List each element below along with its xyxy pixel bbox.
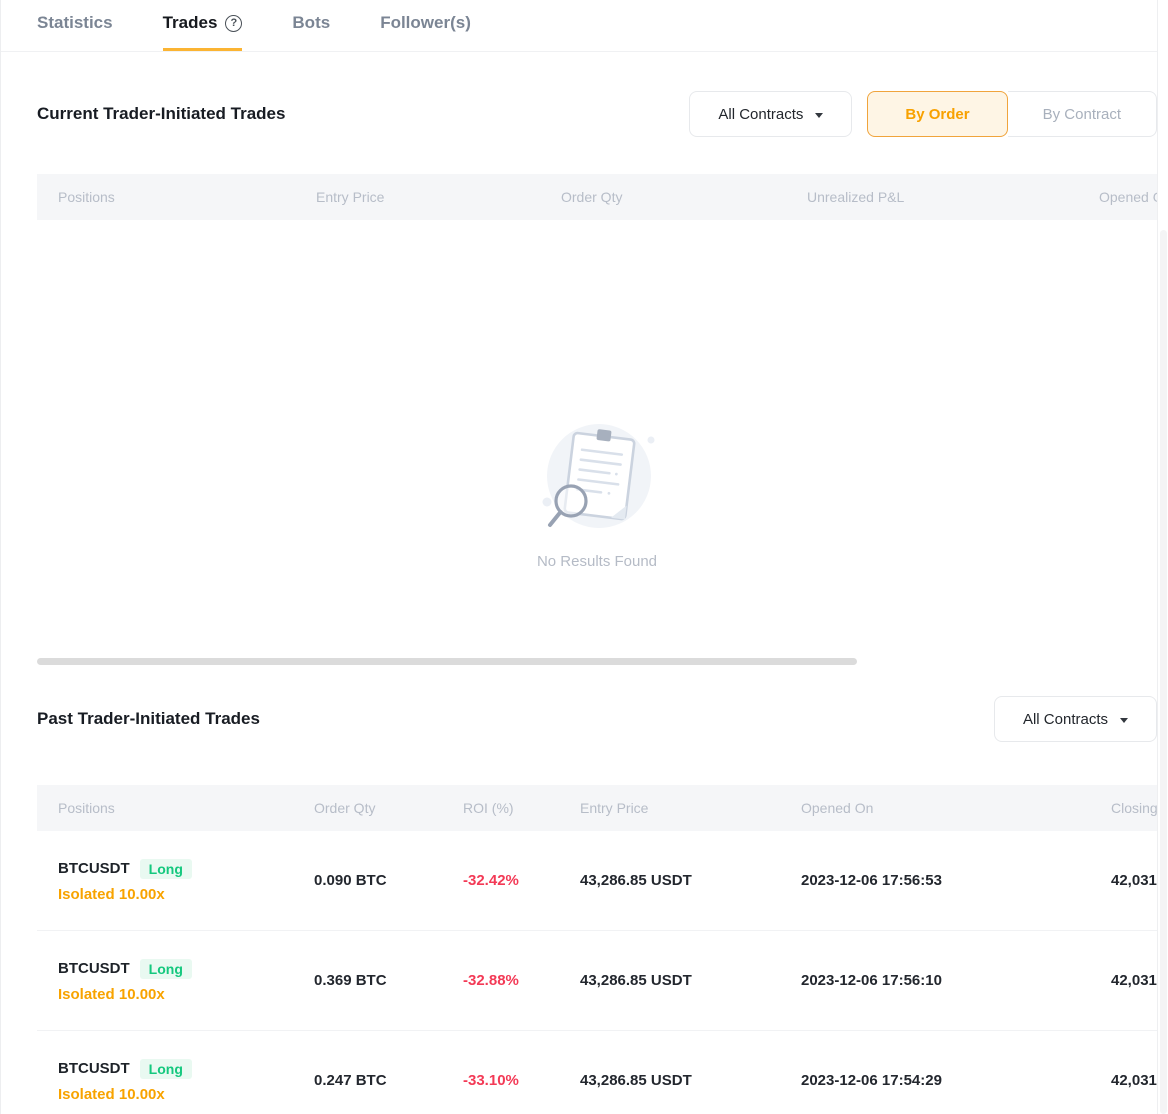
chevron-down-icon (815, 113, 823, 118)
current-contracts-dropdown-value: All Contracts (718, 106, 803, 123)
col-entry-price: Entry Price (316, 189, 561, 205)
order-qty-value: 0.090 BTC (314, 872, 463, 889)
col-order-qty: Order Qty (314, 800, 463, 816)
past-contracts-dropdown[interactable]: All Contracts (994, 696, 1157, 742)
current-trades-title: Current Trader-Initiated Trades (37, 104, 285, 124)
col-entry-price: Entry Price (580, 800, 801, 816)
entry-price-value: 43,286.85 USDT (580, 1072, 801, 1089)
entry-price-value: 43,286.85 USDT (580, 872, 801, 889)
table-row: BTCUSDT Long Isolated 10.00x 0.247 BTC -… (37, 1031, 1157, 1114)
trader-profile-page: Statistics Trades ? Bots Follower(s) Cur… (0, 0, 1168, 1114)
closing-price-value: 42,031 (1111, 972, 1157, 989)
entry-price-value: 43,286.85 USDT (580, 972, 801, 989)
col-opened-on: Opened On (1099, 189, 1157, 205)
tab-bots-label: Bots (292, 13, 330, 33)
position-symbol: BTCUSDT (58, 860, 130, 877)
current-table-header-row: Positions Entry Price Order Qty Unrealiz… (37, 174, 1157, 220)
help-icon[interactable]: ? (225, 15, 242, 32)
tab-bar: Statistics Trades ? Bots Follower(s) (1, 0, 1168, 52)
position-symbol: BTCUSDT (58, 1060, 130, 1077)
order-qty-value: 0.369 BTC (314, 972, 463, 989)
by-order-button[interactable]: By Order (867, 91, 1007, 137)
horizontal-scrollbar-thumb[interactable] (37, 658, 857, 665)
closing-price-value: 42,031 (1111, 872, 1157, 889)
current-contracts-dropdown[interactable]: All Contracts (689, 91, 852, 137)
col-closing-price: Closing Price (1111, 800, 1157, 816)
roi-value: -32.88% (463, 972, 580, 989)
past-contracts-dropdown-value: All Contracts (1023, 711, 1108, 728)
table-row: BTCUSDT Long Isolated 10.00x 0.090 BTC -… (37, 831, 1157, 931)
by-order-label: By Order (905, 106, 969, 123)
margin-mode-label: Isolated 10.00x (58, 986, 314, 1003)
current-trades-header: Current Trader-Initiated Trades All Cont… (37, 90, 1157, 138)
empty-state-text: No Results Found (537, 553, 657, 570)
col-opened-on: Opened On (801, 800, 1111, 816)
col-unrealized-pnl: Unrealized P&L (807, 189, 1099, 205)
past-trades-title: Past Trader-Initiated Trades (37, 709, 260, 729)
past-trades-table: Positions Order Qty ROI (%) Entry Price … (37, 743, 1157, 1114)
margin-mode-label: Isolated 10.00x (58, 886, 314, 903)
side-badge: Long (140, 959, 192, 979)
by-contract-label: By Contract (1043, 106, 1121, 123)
margin-mode-label: Isolated 10.00x (58, 1086, 314, 1103)
col-positions: Positions (37, 800, 314, 816)
tab-statistics[interactable]: Statistics (37, 13, 113, 51)
opened-on-value: 2023-12-06 17:56:53 (801, 872, 1111, 889)
current-trades-table: Positions Entry Price Order Qty Unrealiz… (37, 138, 1157, 640)
position-symbol: BTCUSDT (58, 960, 130, 977)
tab-followers-label: Follower(s) (380, 13, 471, 33)
opened-on-value: 2023-12-06 17:56:10 (801, 972, 1111, 989)
by-contract-button[interactable]: By Contract (1008, 91, 1157, 137)
past-trades-header: Past Trader-Initiated Trades All Contrac… (37, 695, 1157, 743)
opened-on-value: 2023-12-06 17:54:29 (801, 1072, 1111, 1089)
col-roi: ROI (%) (463, 800, 580, 816)
empty-state: No Results Found (37, 220, 1157, 640)
side-badge: Long (140, 859, 192, 879)
roi-value: -32.42% (463, 872, 580, 889)
chevron-down-icon (1120, 718, 1128, 723)
no-results-illustration-icon (527, 414, 667, 540)
side-badge: Long (140, 1059, 192, 1079)
view-toggle: By Order By Contract (867, 91, 1157, 137)
roi-value: -33.10% (463, 1072, 580, 1089)
tab-followers[interactable]: Follower(s) (380, 13, 471, 51)
col-order-qty: Order Qty (561, 189, 807, 205)
vertical-scrollbar-thumb[interactable] (1160, 230, 1167, 1114)
panel-right-divider (1157, 0, 1158, 1114)
past-table-header-row: Positions Order Qty ROI (%) Entry Price … (37, 785, 1157, 831)
closing-price-value: 42,031 (1111, 1072, 1157, 1089)
col-positions: Positions (37, 189, 316, 205)
table-row: BTCUSDT Long Isolated 10.00x 0.369 BTC -… (37, 931, 1157, 1031)
order-qty-value: 0.247 BTC (314, 1072, 463, 1089)
tab-trades[interactable]: Trades ? (163, 13, 243, 51)
tab-statistics-label: Statistics (37, 13, 113, 33)
tab-bots[interactable]: Bots (292, 13, 330, 51)
tab-trades-label: Trades (163, 13, 218, 33)
